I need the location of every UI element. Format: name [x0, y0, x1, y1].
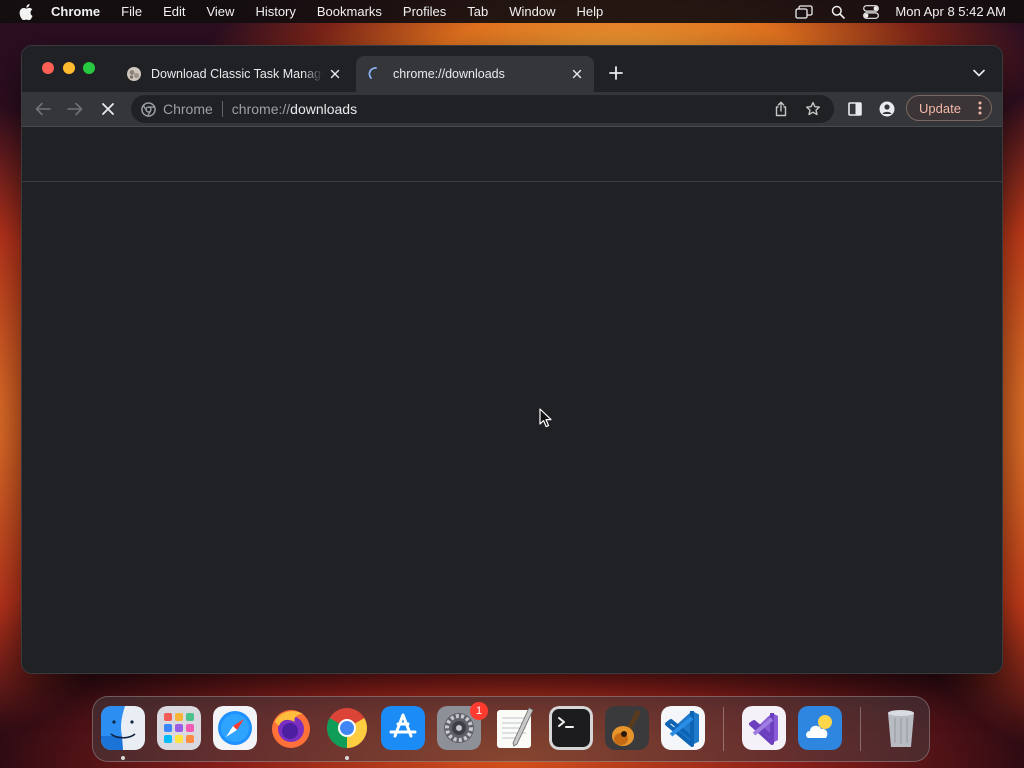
tab-download-classic-task-manager[interactable]: Download Classic Task Manager — [114, 56, 352, 92]
tab-search-chevron-icon[interactable] — [970, 64, 988, 82]
site-info-chip[interactable]: Chrome — [141, 101, 213, 117]
dock-divider — [723, 707, 724, 751]
dock-garageband-icon[interactable] — [605, 706, 649, 750]
back-arrow-icon[interactable] — [33, 99, 53, 119]
url-host: downloads — [290, 101, 358, 117]
tab-close-icon[interactable] — [327, 66, 343, 82]
dock-visual-studio-icon[interactable] — [742, 706, 786, 750]
profile-avatar-icon[interactable] — [877, 99, 897, 119]
menu-bar-status-area: Mon Apr 8 5:42 AM — [777, 0, 1006, 23]
tab-close-icon[interactable] — [569, 66, 585, 82]
update-button[interactable]: Update — [906, 95, 992, 121]
site-info-label: Chrome — [163, 101, 213, 117]
menu-profiles[interactable]: Profiles — [403, 4, 446, 19]
side-panel-icon[interactable] — [845, 99, 865, 119]
page-header-area — [22, 127, 1002, 182]
url-text[interactable]: chrome://downloads — [232, 101, 357, 117]
browser-toolbar: Chrome chrome://downloads Update — [22, 92, 1002, 127]
dock: 1 — [92, 696, 930, 762]
site-favicon-icon — [126, 66, 142, 82]
chrome-running-indicator — [345, 756, 349, 760]
dock-firefox-icon[interactable] — [269, 706, 313, 750]
mouse-cursor-icon — [539, 408, 553, 433]
menu-file[interactable]: File — [121, 4, 142, 19]
dock-vscode-icon[interactable] — [661, 706, 705, 750]
more-vertical-icon[interactable] — [978, 101, 982, 118]
address-divider — [221, 101, 223, 117]
dock-textedit-icon[interactable] — [493, 706, 537, 750]
chrome-logo-icon — [141, 101, 156, 117]
page-content — [22, 127, 1002, 673]
tab-title: chrome://downloads — [393, 67, 505, 81]
update-label: Update — [919, 100, 961, 116]
finder-running-indicator — [121, 756, 125, 760]
menu-bar-clock[interactable]: Mon Apr 8 5:42 AM — [895, 4, 1006, 19]
address-bar-actions — [770, 95, 834, 123]
menu-bar: Chrome File Edit View History Bookmarks … — [0, 0, 1024, 23]
dock-safari-icon[interactable] — [213, 706, 257, 750]
share-icon[interactable] — [770, 98, 792, 120]
stop-loading-icon[interactable] — [98, 99, 118, 119]
menu-tab[interactable]: Tab — [467, 4, 488, 19]
forward-arrow-icon[interactable] — [65, 99, 85, 119]
control-center-icon[interactable] — [863, 4, 880, 19]
new-tab-icon[interactable] — [606, 63, 626, 83]
system-settings-badge: 1 — [470, 702, 488, 720]
dock-divider — [860, 707, 861, 751]
apple-menu-icon[interactable] — [19, 3, 33, 20]
screen-mirroring-icon[interactable] — [795, 4, 814, 19]
dock-weather-icon[interactable] — [798, 706, 842, 750]
bookmark-star-icon[interactable] — [802, 98, 824, 120]
menu-bookmarks[interactable]: Bookmarks — [317, 4, 382, 19]
spotlight-search-icon[interactable] — [831, 5, 846, 19]
window-zoom-button[interactable] — [83, 62, 95, 74]
dock-finder-icon[interactable] — [101, 706, 145, 750]
window-minimize-button[interactable] — [63, 62, 75, 74]
address-bar[interactable]: Chrome chrome://downloads — [131, 95, 834, 123]
dock-chrome-icon[interactable] — [325, 706, 369, 750]
window-close-button[interactable] — [42, 62, 54, 74]
loading-spinner-icon — [368, 66, 384, 82]
dock-app-store-icon[interactable] — [381, 706, 425, 750]
menu-window[interactable]: Window — [509, 4, 555, 19]
chrome-window: Download Classic Task Manager chrome://d… — [22, 46, 1002, 673]
menu-edit[interactable]: Edit — [163, 4, 185, 19]
dock-trash-icon[interactable] — [879, 706, 923, 750]
menu-help[interactable]: Help — [577, 4, 604, 19]
menu-app-name[interactable]: Chrome — [51, 4, 100, 19]
dock-terminal-icon[interactable] — [549, 706, 593, 750]
tab-chrome-downloads[interactable]: chrome://downloads — [356, 56, 594, 92]
url-scheme: chrome:// — [231, 101, 291, 117]
dock-launchpad-icon[interactable] — [157, 706, 201, 750]
menu-view[interactable]: View — [206, 4, 234, 19]
tab-strip: Download Classic Task Manager chrome://d… — [22, 46, 1002, 92]
tab-title: Download Classic Task Manager — [151, 67, 323, 81]
menu-history[interactable]: History — [255, 4, 295, 19]
